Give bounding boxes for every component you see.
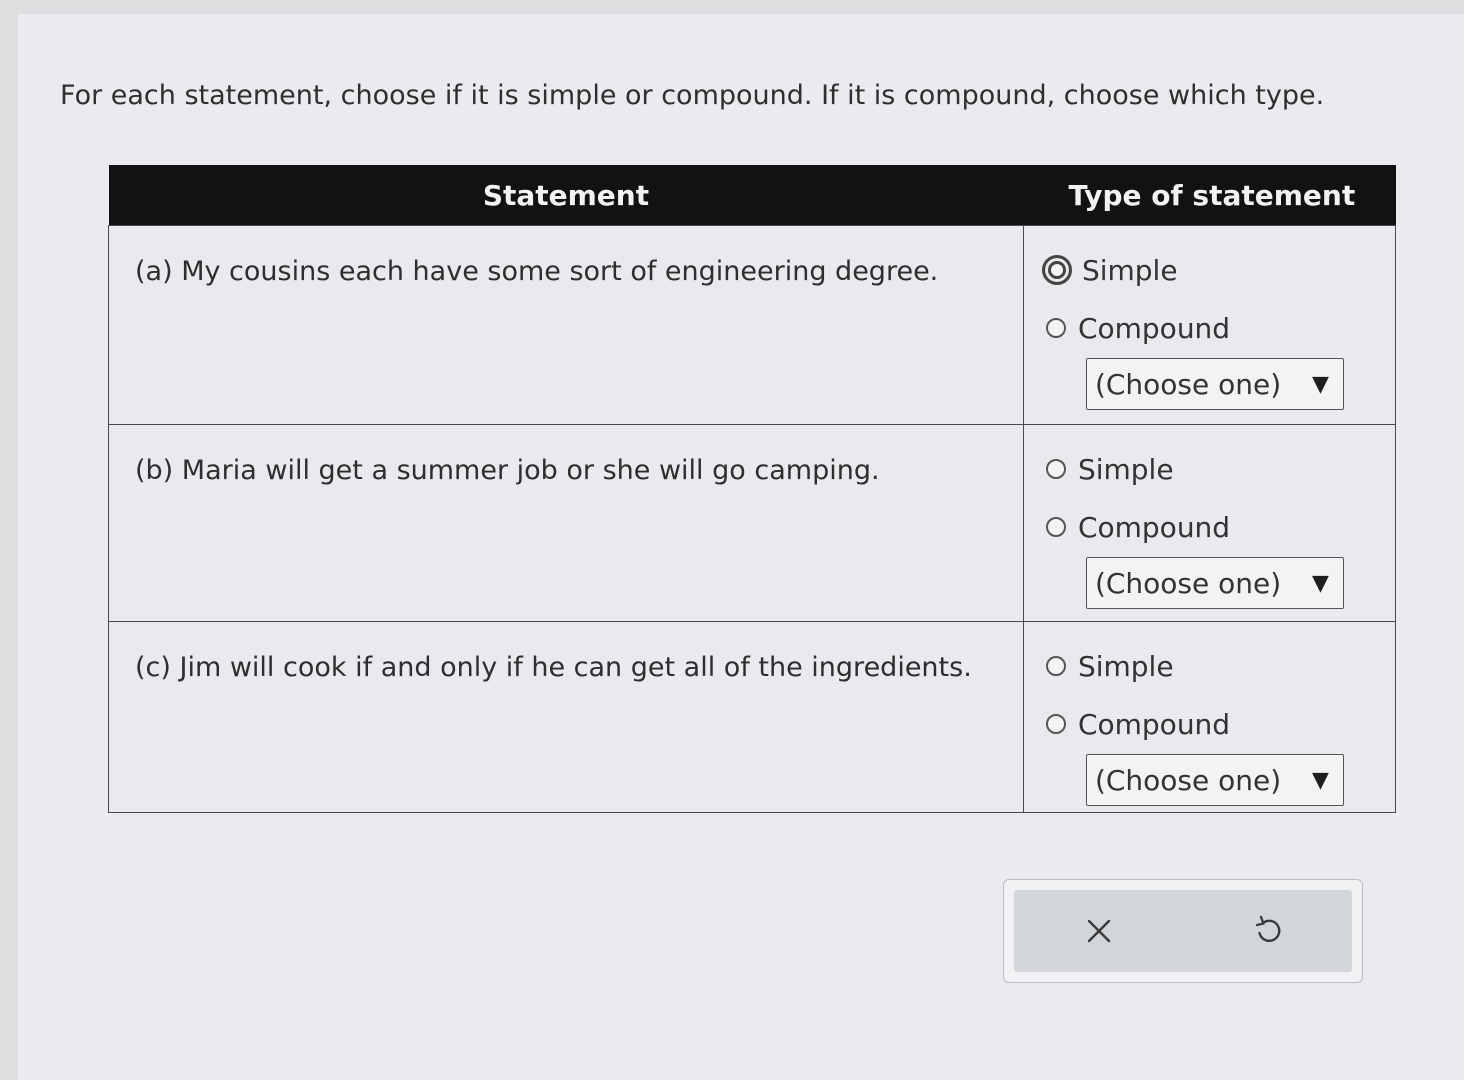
- chevron-down-icon: ▼: [1312, 371, 1329, 397]
- statement-cell: (a) My cousins each have some sort of en…: [108, 225, 1024, 425]
- table-row: (c) Jim will cook if and only if he can …: [108, 621, 1397, 813]
- simple-label: Simple: [1077, 649, 1174, 683]
- statement-cell: (c) Jim will cook if and only if he can …: [108, 621, 1024, 813]
- simple-label: Simple: [1077, 452, 1174, 486]
- compound-type-select[interactable]: (Choose one) ▼: [1085, 754, 1344, 806]
- simple-radio[interactable]: [1045, 656, 1066, 676]
- simple-option[interactable]: Simple: [1041, 250, 1395, 290]
- simple-radio[interactable]: [1045, 459, 1066, 479]
- select-value: (Choose one): [1094, 763, 1282, 797]
- statement-text: (a) My cousins each have some sort of en…: [135, 256, 939, 287]
- table-header-row: Statement Type of statement: [108, 165, 1396, 226]
- compound-radio[interactable]: [1045, 318, 1066, 338]
- undo-icon: [1255, 915, 1280, 942]
- type-cell: Simple Compound (Choose one) ▼: [1022, 621, 1397, 813]
- action-button-group: [1014, 890, 1352, 972]
- compound-radio[interactable]: [1045, 714, 1066, 734]
- compound-label: Compound: [1077, 311, 1231, 345]
- type-column-header: Type of statement: [1023, 165, 1396, 226]
- compound-option[interactable]: Compound: [1045, 704, 1395, 744]
- compound-radio[interactable]: [1045, 517, 1066, 537]
- simple-option[interactable]: Simple: [1045, 646, 1395, 686]
- compound-label: Compound: [1077, 707, 1231, 741]
- table-row: (a) My cousins each have some sort of en…: [108, 225, 1397, 425]
- undo-button[interactable]: [1183, 890, 1352, 972]
- type-cell: Simple Compound (Choose one) ▼: [1022, 424, 1397, 622]
- select-value: (Choose one): [1094, 566, 1282, 600]
- compound-type-select[interactable]: (Choose one) ▼: [1085, 557, 1344, 609]
- simple-label: Simple: [1081, 253, 1178, 287]
- statement-column-header: Statement: [108, 165, 1024, 226]
- compound-option[interactable]: Compound: [1045, 308, 1395, 348]
- chevron-down-icon: ▼: [1312, 767, 1329, 793]
- clear-button[interactable]: [1014, 890, 1183, 972]
- compound-label: Compound: [1077, 510, 1231, 544]
- close-icon: [1087, 919, 1110, 943]
- compound-type-select[interactable]: (Choose one) ▼: [1085, 358, 1344, 410]
- simple-radio[interactable]: [1041, 255, 1072, 285]
- statement-text: (b) Maria will get a summer job or she w…: [135, 455, 880, 486]
- simple-option[interactable]: Simple: [1045, 449, 1395, 489]
- select-value: (Choose one): [1094, 367, 1282, 401]
- answer-action-panel: [1003, 879, 1363, 983]
- statement-cell: (b) Maria will get a summer job or she w…: [108, 424, 1024, 622]
- compound-option[interactable]: Compound: [1045, 507, 1395, 547]
- statement-table: Statement Type of statement (a) My cousi…: [108, 165, 1397, 813]
- type-cell: Simple Compound (Choose one) ▼: [1022, 225, 1397, 425]
- chevron-down-icon: ▼: [1312, 570, 1329, 596]
- table-row: (b) Maria will get a summer job or she w…: [108, 424, 1397, 622]
- instruction-text: For each statement, choose if it is simp…: [60, 80, 1325, 111]
- statement-text: (c) Jim will cook if and only if he can …: [135, 652, 972, 683]
